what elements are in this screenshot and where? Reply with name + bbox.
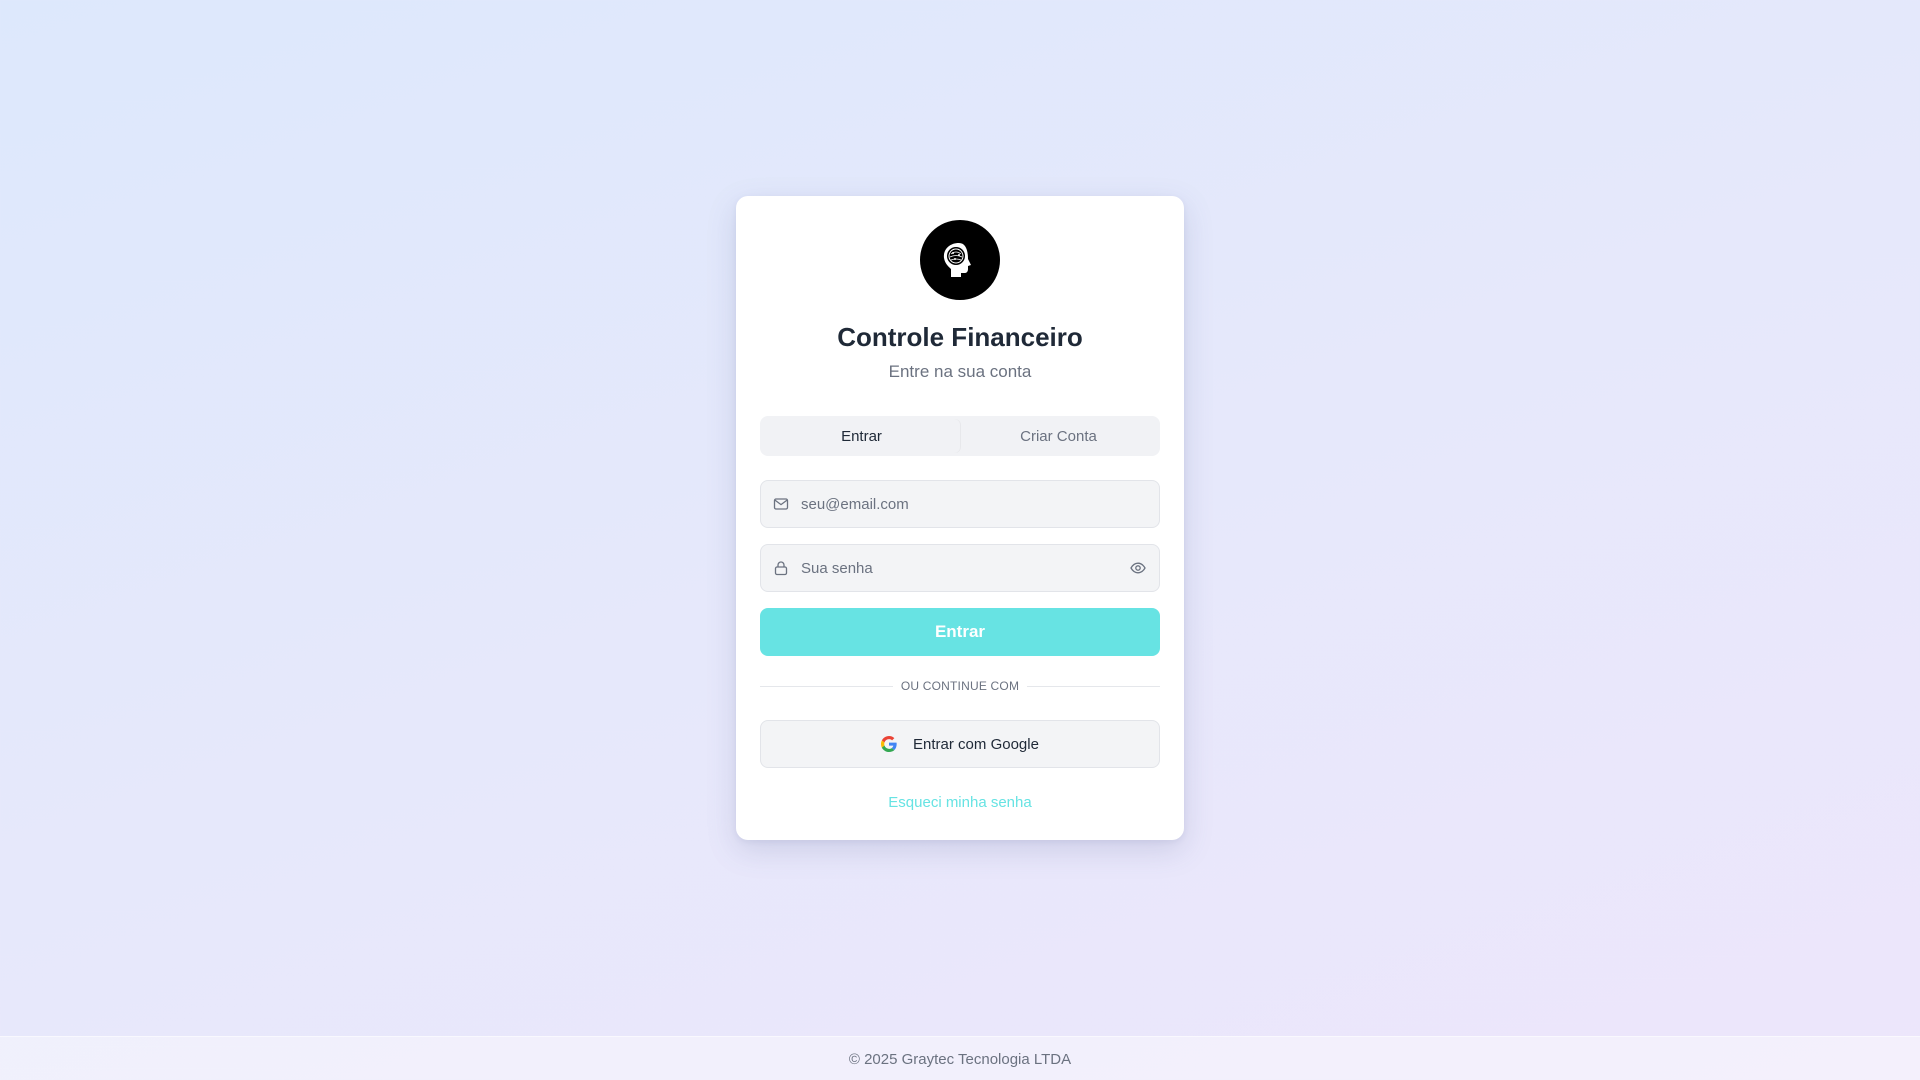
- lock-icon: [773, 560, 789, 576]
- login-card: Controle Financeiro Entre na sua conta E…: [736, 196, 1184, 840]
- footer-copyright: © 2025 Graytec Tecnologia LTDA: [848, 1050, 1072, 1068]
- google-button-label: Entrar com Google: [913, 735, 1039, 753]
- page-title: Controle Financeiro: [837, 322, 1083, 352]
- google-signin-button[interactable]: Entrar com Google: [760, 720, 1160, 768]
- tab-entrar[interactable]: Entrar: [763, 419, 960, 453]
- mail-icon: [773, 496, 789, 512]
- head-silhouette-icon: [943, 243, 971, 277]
- divider-text: OU CONTINUE COM: [900, 679, 1020, 693]
- eye-icon[interactable]: [1129, 559, 1147, 577]
- divider: OU CONTINUE COM: [760, 678, 1160, 694]
- footer: © 2025 Graytec Tecnologia LTDA: [0, 1036, 1920, 1080]
- page-subtitle: Entre na sua conta: [888, 362, 1032, 381]
- submit-button[interactable]: Entrar: [760, 608, 1160, 656]
- auth-tabs: Entrar Criar Conta: [760, 416, 1160, 456]
- password-input[interactable]: [801, 559, 1129, 577]
- divider-line-right: [1027, 685, 1160, 687]
- password-field-wrapper: [760, 544, 1160, 592]
- email-field-wrapper: [760, 480, 1160, 528]
- email-input[interactable]: [801, 495, 1159, 513]
- divider-line-left: [760, 685, 893, 687]
- app-logo: [920, 220, 1000, 300]
- google-icon: [881, 736, 897, 752]
- forgot-password-link[interactable]: Esqueci minha senha: [736, 794, 1184, 811]
- tab-criar-conta[interactable]: Criar Conta: [960, 419, 1157, 453]
